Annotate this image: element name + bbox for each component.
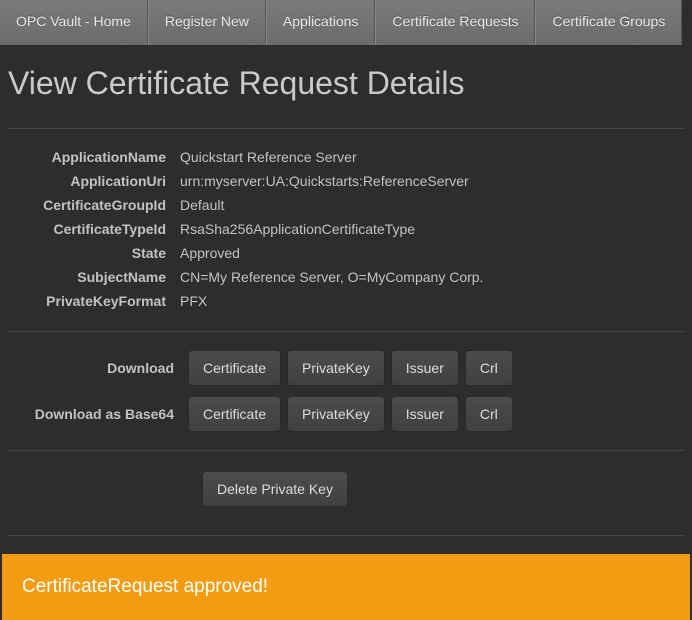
- download-base64-issuer-button[interactable]: Issuer: [391, 396, 459, 432]
- delete-private-key-button[interactable]: Delete Private Key: [202, 471, 348, 507]
- value-application-uri: urn:myserver:UA:Quickstarts:ReferenceSer…: [180, 171, 684, 191]
- download-base64-certificate-button[interactable]: Certificate: [188, 396, 281, 432]
- label-private-key-format: PrivateKeyFormat: [8, 291, 180, 311]
- value-private-key-format: PFX: [180, 291, 684, 311]
- divider: [8, 331, 684, 332]
- label-application-uri: ApplicationUri: [8, 171, 180, 191]
- label-subject-name: SubjectName: [8, 267, 180, 287]
- download-base64-buttons: Certificate PrivateKey Issuer Crl: [188, 396, 684, 432]
- divider: [8, 535, 684, 536]
- download-section: Download Certificate PrivateKey Issuer C…: [8, 350, 684, 432]
- divider: [8, 128, 684, 129]
- download-certificate-button[interactable]: Certificate: [188, 350, 281, 386]
- nav-certificate-requests[interactable]: Certificate Requests: [375, 0, 535, 45]
- divider: [8, 450, 684, 451]
- label-state: State: [8, 243, 180, 263]
- main-navbar: OPC Vault - Home Register New Applicatio…: [0, 0, 692, 45]
- download-label: Download: [8, 360, 188, 376]
- nav-home[interactable]: OPC Vault - Home: [0, 0, 148, 45]
- value-application-name: Quickstart Reference Server: [180, 147, 684, 167]
- label-application-name: ApplicationName: [8, 147, 180, 167]
- label-certificate-type-id: CertificateTypeId: [8, 219, 180, 239]
- download-issuer-button[interactable]: Issuer: [391, 350, 459, 386]
- download-base64-privatekey-button[interactable]: PrivateKey: [287, 396, 385, 432]
- nav-certificate-groups[interactable]: Certificate Groups: [535, 0, 682, 45]
- download-base64-crl-button[interactable]: Crl: [465, 396, 513, 432]
- value-certificate-type-id: RsaSha256ApplicationCertificateType: [180, 219, 684, 239]
- value-state: Approved: [180, 243, 684, 263]
- nav-applications[interactable]: Applications: [266, 0, 376, 45]
- status-alert: CertificateRequest approved!: [2, 554, 690, 620]
- download-buttons: Certificate PrivateKey Issuer Crl: [188, 350, 684, 386]
- download-crl-button[interactable]: Crl: [465, 350, 513, 386]
- value-certificate-group-id: Default: [180, 195, 684, 215]
- delete-section: Delete Private Key: [8, 471, 684, 507]
- details-grid: ApplicationName Quickstart Reference Ser…: [8, 147, 684, 311]
- download-privatekey-button[interactable]: PrivateKey: [287, 350, 385, 386]
- page-title: View Certificate Request Details: [0, 45, 692, 118]
- download-base64-label: Download as Base64: [8, 406, 188, 422]
- nav-register-new[interactable]: Register New: [148, 0, 266, 45]
- value-subject-name: CN=My Reference Server, O=MyCompany Corp…: [180, 267, 684, 287]
- label-certificate-group-id: CertificateGroupId: [8, 195, 180, 215]
